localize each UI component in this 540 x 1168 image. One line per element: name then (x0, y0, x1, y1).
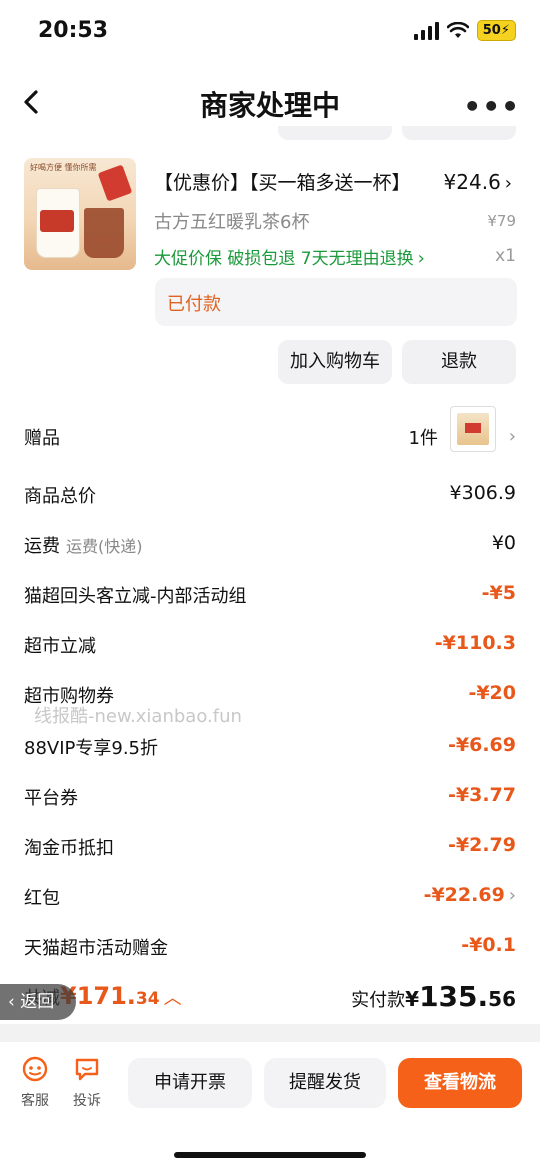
discount-label: 平台券 (24, 788, 78, 809)
divider (0, 1024, 540, 1042)
remind-shipping-button[interactable]: 提醒发货 (264, 1058, 386, 1108)
wifi-icon (446, 21, 469, 38)
discount-value: -¥110.3 (434, 632, 516, 654)
status-time: 20:53 (38, 18, 109, 43)
status-icons: 50⚡ (413, 20, 516, 41)
red-packet-row[interactable]: 红包 -¥22.69 › (0, 876, 540, 916)
shipping-method: 运费(快递) (66, 537, 143, 556)
discount-value: -¥20 (468, 682, 516, 704)
complaint-icon (75, 1058, 99, 1081)
refund-button[interactable]: 退款 (402, 340, 516, 384)
page-title: 商家处理中 (199, 89, 340, 122)
chevron-right-icon: › (504, 173, 512, 194)
order-detail-page: 20:53 50⚡ 商家处理中 ••• 好喝方便 懂你所需 【优惠价】【买一箱多… (0, 0, 540, 1168)
discount-label: 天猫超市活动赠金 (24, 938, 168, 959)
cup-label-graphic (40, 210, 74, 232)
product-image[interactable]: 好喝方便 懂你所需 (24, 158, 136, 270)
add-to-cart-button[interactable]: 加入购物车 (278, 340, 392, 384)
currency-symbol: ¥ (405, 987, 420, 1011)
totals-row: 共减¥171.34︿ 实付款¥135.56 (0, 978, 540, 1018)
discount-value: -¥6.69 (448, 734, 516, 756)
discount-row: 淘金币抵扣 -¥2.79 (0, 826, 540, 866)
product-price[interactable]: ¥24.6 › (444, 170, 512, 194)
back-pill-label: 返回 (20, 992, 55, 1012)
discount-row: 天猫超市活动赠金 -¥0.1 (0, 926, 540, 966)
discount-row: 超市立减 -¥110.3 (0, 624, 540, 664)
discount-value: -¥0.1 (461, 934, 516, 956)
chevron-right-icon: › (417, 248, 425, 269)
discount-value: -¥3.77 (448, 784, 516, 806)
complaint-button[interactable]: 投诉 (62, 1056, 112, 1110)
gift-row[interactable]: 赠品 1件 › (0, 406, 540, 456)
discount-label: 红包 (24, 888, 60, 909)
total-paid: 实付款¥135.56 (351, 980, 516, 1013)
product-title[interactable]: 【优惠价】【买一箱多送一杯】 (154, 168, 411, 195)
bottom-action-bar: 客服 投诉 申请开票 提醒发货 查看物流 (0, 1042, 540, 1168)
product-original-price: ¥79 (487, 212, 516, 230)
red-packet-value: -¥22.69 › (424, 884, 516, 906)
shipping-value: ¥0 (491, 532, 516, 554)
total-price-label: 商品总价 (24, 486, 96, 507)
status-bar: 20:53 50⚡ (0, 0, 540, 62)
chevron-up-icon: ︿ (163, 988, 182, 1009)
home-indicator (174, 1152, 366, 1158)
watermark: 线报酷-new.xianbao.fun (34, 706, 242, 727)
discount-label: 超市立减 (24, 636, 96, 657)
payment-status-box: 已付款 (155, 278, 517, 326)
battery-icon: 50⚡ (476, 20, 516, 41)
view-logistics-button[interactable]: 查看物流 (398, 1058, 522, 1108)
product-brand-text: 好喝方便 懂你所需 (30, 163, 97, 172)
gift-label: 赠品 (24, 428, 60, 449)
shipping-label-text: 运费 (24, 536, 60, 557)
signal-icon (413, 21, 439, 40)
discount-row: 平台券 -¥3.77 (0, 776, 540, 816)
more-menu-icon[interactable]: ••• (463, 90, 520, 123)
gift-count: 1件 (408, 428, 438, 449)
customer-service-button[interactable]: 客服 (10, 1056, 60, 1110)
total-price-value: ¥306.9 (449, 482, 516, 504)
service-tags[interactable]: 大促价保 破损包退 7天无理由退换 › (154, 244, 425, 269)
discount-value: -¥5 (481, 582, 516, 604)
gift-thumbnail (450, 406, 496, 452)
discount-row: 88VIP专享9.5折 -¥6.69 (0, 726, 540, 766)
customer-service-label: 客服 (21, 1093, 49, 1109)
discount-label: 淘金币抵扣 (24, 838, 114, 859)
product-name: 古方五红暖乳茶6杯 (154, 212, 310, 233)
shipping-row: 运费 运费(快递) ¥0 (0, 524, 540, 564)
total-paid-main: 135. (419, 980, 489, 1013)
clipped-button (278, 126, 392, 140)
glass-graphic (84, 208, 124, 258)
customer-service-icon (22, 1056, 48, 1082)
nav-bar: 商家处理中 ••• (0, 72, 540, 132)
total-saved-decimal: 34 (135, 989, 160, 1009)
product-price-value: ¥24.6 (443, 170, 501, 194)
complaint-label: 投诉 (73, 1093, 101, 1109)
total-paid-label: 实付款 (351, 990, 406, 1011)
product-quantity: x1 (495, 246, 516, 266)
total-price-row: 商品总价 ¥306.9 (0, 474, 540, 514)
shipping-label: 运费 运费(快递) (24, 532, 143, 558)
chevron-right-icon: › (508, 426, 516, 447)
chevron-right-icon: › (508, 885, 516, 906)
chevron-left-icon: ‹ (8, 992, 21, 1012)
back-pill-button[interactable]: ‹ 返回 (0, 984, 76, 1020)
discount-value: -¥22.69 (423, 884, 505, 906)
total-paid-amount: ¥135.56 (405, 980, 516, 1013)
discount-value: -¥2.79 (448, 834, 516, 856)
total-paid-decimal: 56 (488, 987, 516, 1011)
battery-level: 50 (482, 23, 501, 38)
payment-status: 已付款 (167, 294, 221, 315)
tea-packet-graphic (97, 164, 133, 202)
service-tags-text: 大促价保 破损包退 7天无理由退换 (154, 249, 414, 269)
discount-label: 猫超回头客立减-内部活动组 (24, 586, 247, 607)
request-invoice-button[interactable]: 申请开票 (128, 1058, 252, 1108)
clipped-button (402, 126, 516, 140)
discount-row: 猫超回头客立减-内部活动组 -¥5 (0, 574, 540, 614)
discount-label: 88VIP专享9.5折 (24, 738, 159, 759)
